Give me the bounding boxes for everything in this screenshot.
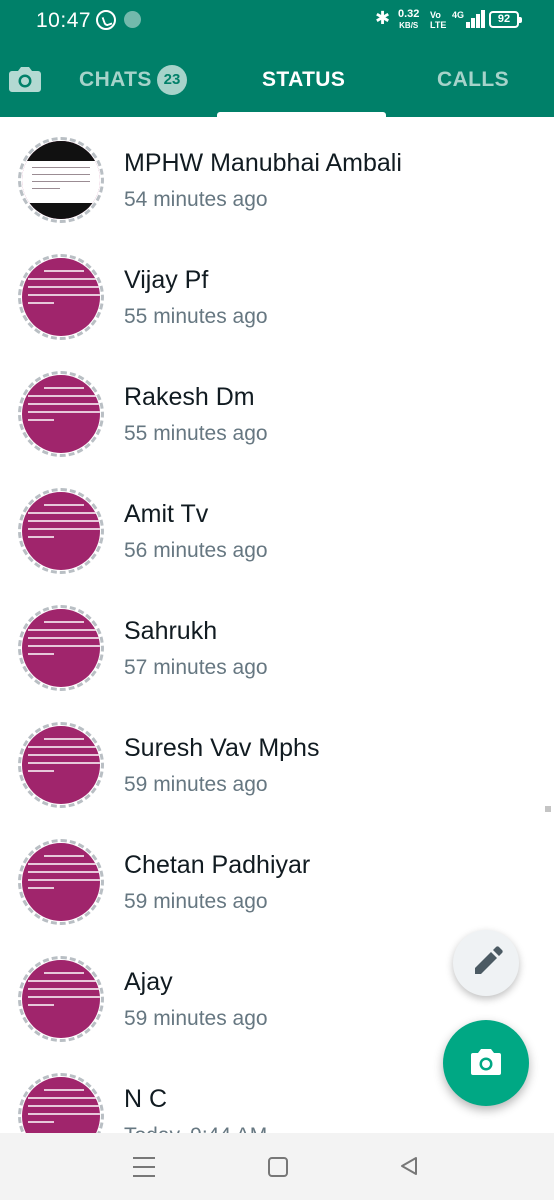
status-time: 54 minutes ago (124, 188, 268, 211)
status-row[interactable]: Amit Tv 56 minutes ago (0, 468, 554, 585)
status-time: 55 minutes ago (124, 305, 268, 328)
network-speed: 0.32 KB/S (398, 9, 419, 31)
status-time: 55 minutes ago (124, 422, 268, 445)
camera-status-button[interactable] (443, 1020, 529, 1106)
globe-icon (124, 11, 141, 28)
status-row[interactable]: Vijay Pf 55 minutes ago (0, 234, 554, 351)
contact-name: Vijay Pf (124, 266, 209, 294)
status-thumbnail[interactable] (22, 258, 100, 336)
tab-calls[interactable]: CALLS (437, 68, 509, 92)
status-row[interactable]: Sahrukh 57 minutes ago (0, 585, 554, 702)
status-thumbnail[interactable] (22, 960, 100, 1038)
status-row[interactable]: Suresh Vav Mphs 59 minutes ago (0, 702, 554, 819)
tab-bar: CHATS 23 STATUS CALLS (0, 48, 554, 117)
status-time: 57 minutes ago (124, 656, 268, 679)
camera-icon[interactable] (8, 64, 42, 94)
status-thumbnail[interactable] (22, 609, 100, 687)
volte-bottom: LTE (430, 20, 447, 30)
contact-name: Suresh Vav Mphs (124, 734, 320, 762)
contact-name: Ajay (124, 968, 173, 996)
clock: 10:47 (36, 9, 92, 32)
menu-icon[interactable] (133, 1157, 155, 1177)
back-icon[interactable] (398, 1155, 420, 1177)
status-row[interactable]: MPHW Manubhai Ambali 54 minutes ago (0, 117, 554, 234)
contact-name: Chetan Padhiyar (124, 851, 311, 879)
volte-indicator: Vo LTE (430, 10, 446, 30)
camera-icon (471, 1049, 501, 1075)
status-time: 59 minutes ago (124, 773, 268, 796)
status-time: 59 minutes ago (124, 890, 268, 913)
contact-name: Sahrukh (124, 617, 218, 645)
system-status-bar: 10:47 ✱ 0.32 KB/S Vo LTE 4G 92 (0, 0, 554, 40)
network-speed-unit: KB/S (399, 21, 419, 30)
status-thumbnail[interactable] (22, 843, 100, 921)
home-icon[interactable] (268, 1157, 288, 1177)
network-type: 4G (452, 10, 465, 20)
network-speed-value: 0.32 (398, 8, 420, 20)
unread-badge: 23 (157, 65, 187, 95)
volte-top: Vo (430, 10, 441, 20)
signal-icon: 4G (452, 10, 485, 28)
status-time: 59 minutes ago (124, 1007, 268, 1030)
status-row[interactable]: Rakesh Dm 55 minutes ago (0, 351, 554, 468)
contact-name: MPHW Manubhai Ambali (124, 149, 402, 177)
tab-chats[interactable]: CHATS (79, 68, 152, 92)
status-time: Today, 9:44 AM (124, 1124, 267, 1133)
contact-name: N C (124, 1085, 168, 1113)
scrollbar[interactable] (545, 806, 551, 812)
bluetooth-icon: ✱ (375, 8, 391, 28)
status-row[interactable]: Chetan Padhiyar 59 minutes ago (0, 819, 554, 936)
tab-status[interactable]: STATUS (262, 68, 345, 92)
battery-icon: 92 (489, 11, 522, 28)
status-thumbnail[interactable] (22, 375, 100, 453)
pencil-icon (475, 946, 503, 974)
status-thumbnail[interactable] (22, 141, 100, 219)
contact-name: Amit Tv (124, 500, 209, 528)
contact-name: Rakesh Dm (124, 383, 255, 411)
text-status-button[interactable] (453, 930, 519, 996)
status-thumbnail[interactable] (22, 726, 100, 804)
system-nav-bar (0, 1133, 554, 1200)
status-thumbnail[interactable] (22, 492, 100, 570)
whatsapp-icon (96, 10, 116, 30)
app-header: 10:47 ✱ 0.32 KB/S Vo LTE 4G 92 CHATS 23 … (0, 0, 554, 117)
status-time: 56 minutes ago (124, 539, 268, 562)
